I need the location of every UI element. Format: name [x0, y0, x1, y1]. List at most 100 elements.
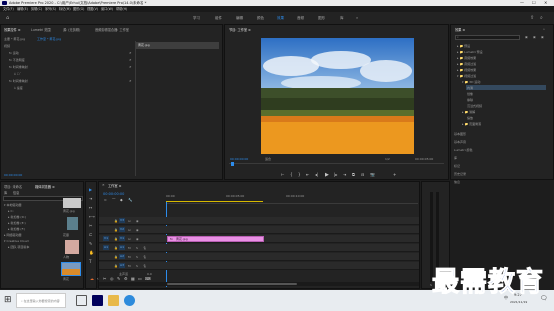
tab-project[interactable]: 项目: 未命名 [4, 184, 22, 189]
fraction-dropdown[interactable]: 1/2 [385, 157, 390, 161]
scrollbar-thumb[interactable] [167, 283, 297, 285]
track-a1[interactable]: A1 🔒 A1 M S 🎙 [99, 244, 419, 252]
close-tab-icon[interactable]: ✕ [102, 183, 105, 187]
sync-lock-icon[interactable]: 🔒 [114, 264, 118, 268]
tree-drive-f[interactable]: ▸ 新加卷 (F:) [8, 227, 25, 231]
go-to-in-button[interactable]: ⇤ [306, 172, 309, 177]
toggle-sync-icon[interactable]: ⊡ [128, 237, 131, 241]
linked-selection-icon[interactable]: ⌒ [112, 198, 116, 203]
rolling-edit-tool[interactable]: ⟷ [89, 214, 95, 219]
chevron-icon[interactable]: ‹ [97, 276, 99, 281]
tab-source[interactable]: 源: (无剪辑) [63, 27, 80, 32]
grid-icon[interactable]: ▦ [131, 276, 135, 281]
section-history[interactable]: 历史记录 [454, 172, 466, 176]
folder-icon[interactable]: ▭ [138, 276, 142, 281]
keyboard-icon[interactable]: ⌨ [145, 276, 151, 281]
section-essential-graphics[interactable]: 基本图形 [454, 132, 466, 136]
browser-taskbar-icon[interactable] [124, 295, 135, 306]
section-markers[interactable]: 标记 [454, 164, 460, 168]
panel-menu-icon[interactable]: » [543, 27, 545, 31]
pen-icon[interactable]: ✎ [117, 276, 120, 281]
mute-button[interactable]: M [128, 246, 131, 250]
premiere-taskbar-icon[interactable] [92, 295, 103, 306]
tab-audio-clip-mixer[interactable]: 音频剪辑混合器: 工作室 [95, 27, 129, 32]
program-scrubber[interactable] [229, 162, 444, 168]
accelerated-effects-icon[interactable]: ▣ [525, 35, 528, 39]
explorer-taskbar-icon[interactable] [108, 295, 119, 306]
sync-lock-icon[interactable]: 🔒 [114, 246, 118, 250]
type-tool[interactable]: T [89, 259, 91, 264]
workspace-assembly[interactable]: 组件 [215, 12, 222, 24]
effect-row-time-remap-2[interactable]: fx 时间重映射 [9, 79, 28, 83]
snap-icon[interactable]: ⊂ [104, 198, 107, 202]
task-view-icon[interactable] [76, 295, 87, 306]
32bit-effects-icon[interactable]: ▣ [533, 35, 536, 39]
mic-icon[interactable]: 🎙 [143, 255, 147, 259]
effect-row-opacity[interactable]: fx 不透明度 [9, 58, 25, 62]
track-v3[interactable]: 🔒 V3 ⊡ ◉ [99, 217, 419, 225]
toggle-output-icon[interactable]: ◉ [136, 237, 139, 241]
step-forward-button[interactable]: |▸ [334, 172, 337, 177]
mark-in-button[interactable]: ⊢ [281, 172, 284, 177]
extract-button[interactable]: ⊟ [361, 172, 364, 177]
step-back-button[interactable]: ◂| [315, 172, 318, 177]
track-select-tool[interactable]: ⇥ [89, 196, 92, 201]
effect-row-time-remap[interactable]: fx 时间重映射 [9, 65, 28, 69]
effects-item-wipe[interactable]: 擦除 [467, 98, 473, 102]
workspace-overflow-button[interactable]: » [356, 12, 358, 24]
lift-button[interactable]: ⧉ [352, 172, 355, 177]
export-frame-button[interactable]: 📷 [370, 172, 375, 177]
workspace-editing[interactable]: 编辑 [236, 12, 243, 24]
track-label-v2[interactable]: V2 [119, 227, 125, 232]
add-marker-icon[interactable]: ◆ [120, 198, 123, 202]
tab-effect-controls[interactable]: 效果控件 ≡ [4, 27, 20, 32]
effects-item-zoom[interactable]: 缩放 [467, 116, 473, 120]
effects-folder-video-effects[interactable]: ▸ 📁 视频效果 [457, 68, 476, 72]
track-v2[interactable]: 🔒 V2 ⊡ ◉ [99, 226, 419, 234]
mute-button[interactable]: M [128, 264, 131, 268]
sync-lock-icon[interactable]: 🔒 [114, 219, 118, 223]
media-thumbnail[interactable] [65, 240, 79, 254]
tree-creative-cloud[interactable]: ▾ Creative Cloud [4, 239, 29, 243]
tree-drive-c[interactable]: ▸ C: [8, 209, 14, 213]
reset-icon[interactable]: ↺ [129, 58, 132, 62]
media-thumbnail[interactable] [63, 198, 81, 208]
clock-date[interactable]: 2021/11/19 [510, 300, 527, 304]
workspace-effects[interactable]: 效果 [277, 12, 284, 24]
pen-tool[interactable]: ✎ [89, 241, 92, 246]
effects-folder-3d-motion[interactable]: ▾ 📁 3D 运动 [462, 80, 480, 84]
go-to-out-button[interactable]: ⇥ [343, 172, 346, 177]
mark-out-point-button[interactable]: } [298, 172, 301, 177]
effects-folder-dissolve[interactable]: ▸ 📁 溶解 [462, 110, 475, 114]
taskbar-search-box[interactable]: ⌕ 在这里输入你要搜索的内容 [16, 293, 66, 308]
track-label-v3[interactable]: V3 [119, 218, 125, 223]
solo-button[interactable]: S [136, 246, 138, 250]
playhead[interactable] [231, 162, 234, 166]
effect-row-motion[interactable]: fx 运动 [9, 51, 19, 55]
timeline-settings-icon[interactable]: 🔧 [128, 198, 132, 202]
play-button[interactable]: ▶ [325, 172, 329, 178]
effects-item-iris[interactable]: 划像 [467, 92, 473, 96]
workspace-learn[interactable]: 学习 [193, 12, 200, 24]
program-timecode[interactable]: 00:00:00:00 [230, 157, 248, 161]
track-label-v1[interactable]: V1 [119, 236, 125, 241]
workspace-color[interactable]: 颜色 [257, 12, 264, 24]
tab-libraries[interactable]: 库 [4, 190, 7, 195]
section-essential-sound[interactable]: 基本声音 [454, 140, 466, 144]
tab-effects[interactable]: 效果 ≡ [455, 27, 465, 32]
track-v1[interactable]: V1 🔒 V1 ⊡ ◉ fx 黄花.jpg [99, 235, 419, 243]
reset-icon[interactable]: ↺ [129, 51, 132, 55]
tab-info[interactable]: 信息 [13, 190, 19, 195]
tree-drive-d[interactable]: ▸ 新加卷 (D:) [8, 215, 26, 219]
tab-lumetri-scopes[interactable]: Lumetri 范围 [31, 27, 51, 32]
work-area-bar[interactable] [166, 201, 263, 202]
toggle-sync-icon[interactable]: ⊡ [128, 219, 131, 223]
toggle-output-icon[interactable]: ◉ [136, 228, 139, 232]
effects-folder-video-transitions[interactable]: ▾ 📁 视频过渡 [457, 74, 476, 78]
effects-folder-audio-transitions[interactable]: ▸ 📁 音频过渡 [457, 62, 476, 66]
effects-folder-presets[interactable]: ▸ 📁 预设 [457, 44, 470, 48]
track-a2[interactable]: 🔒 A2 M S 🎙 [99, 253, 419, 261]
yuv-effects-icon[interactable]: ▣ [541, 35, 544, 39]
effects-folder-audio-effects[interactable]: ▸ 📁 音频效果 [457, 56, 476, 60]
track-a3[interactable]: 🔒 A3 M S 🎙 [99, 262, 419, 270]
